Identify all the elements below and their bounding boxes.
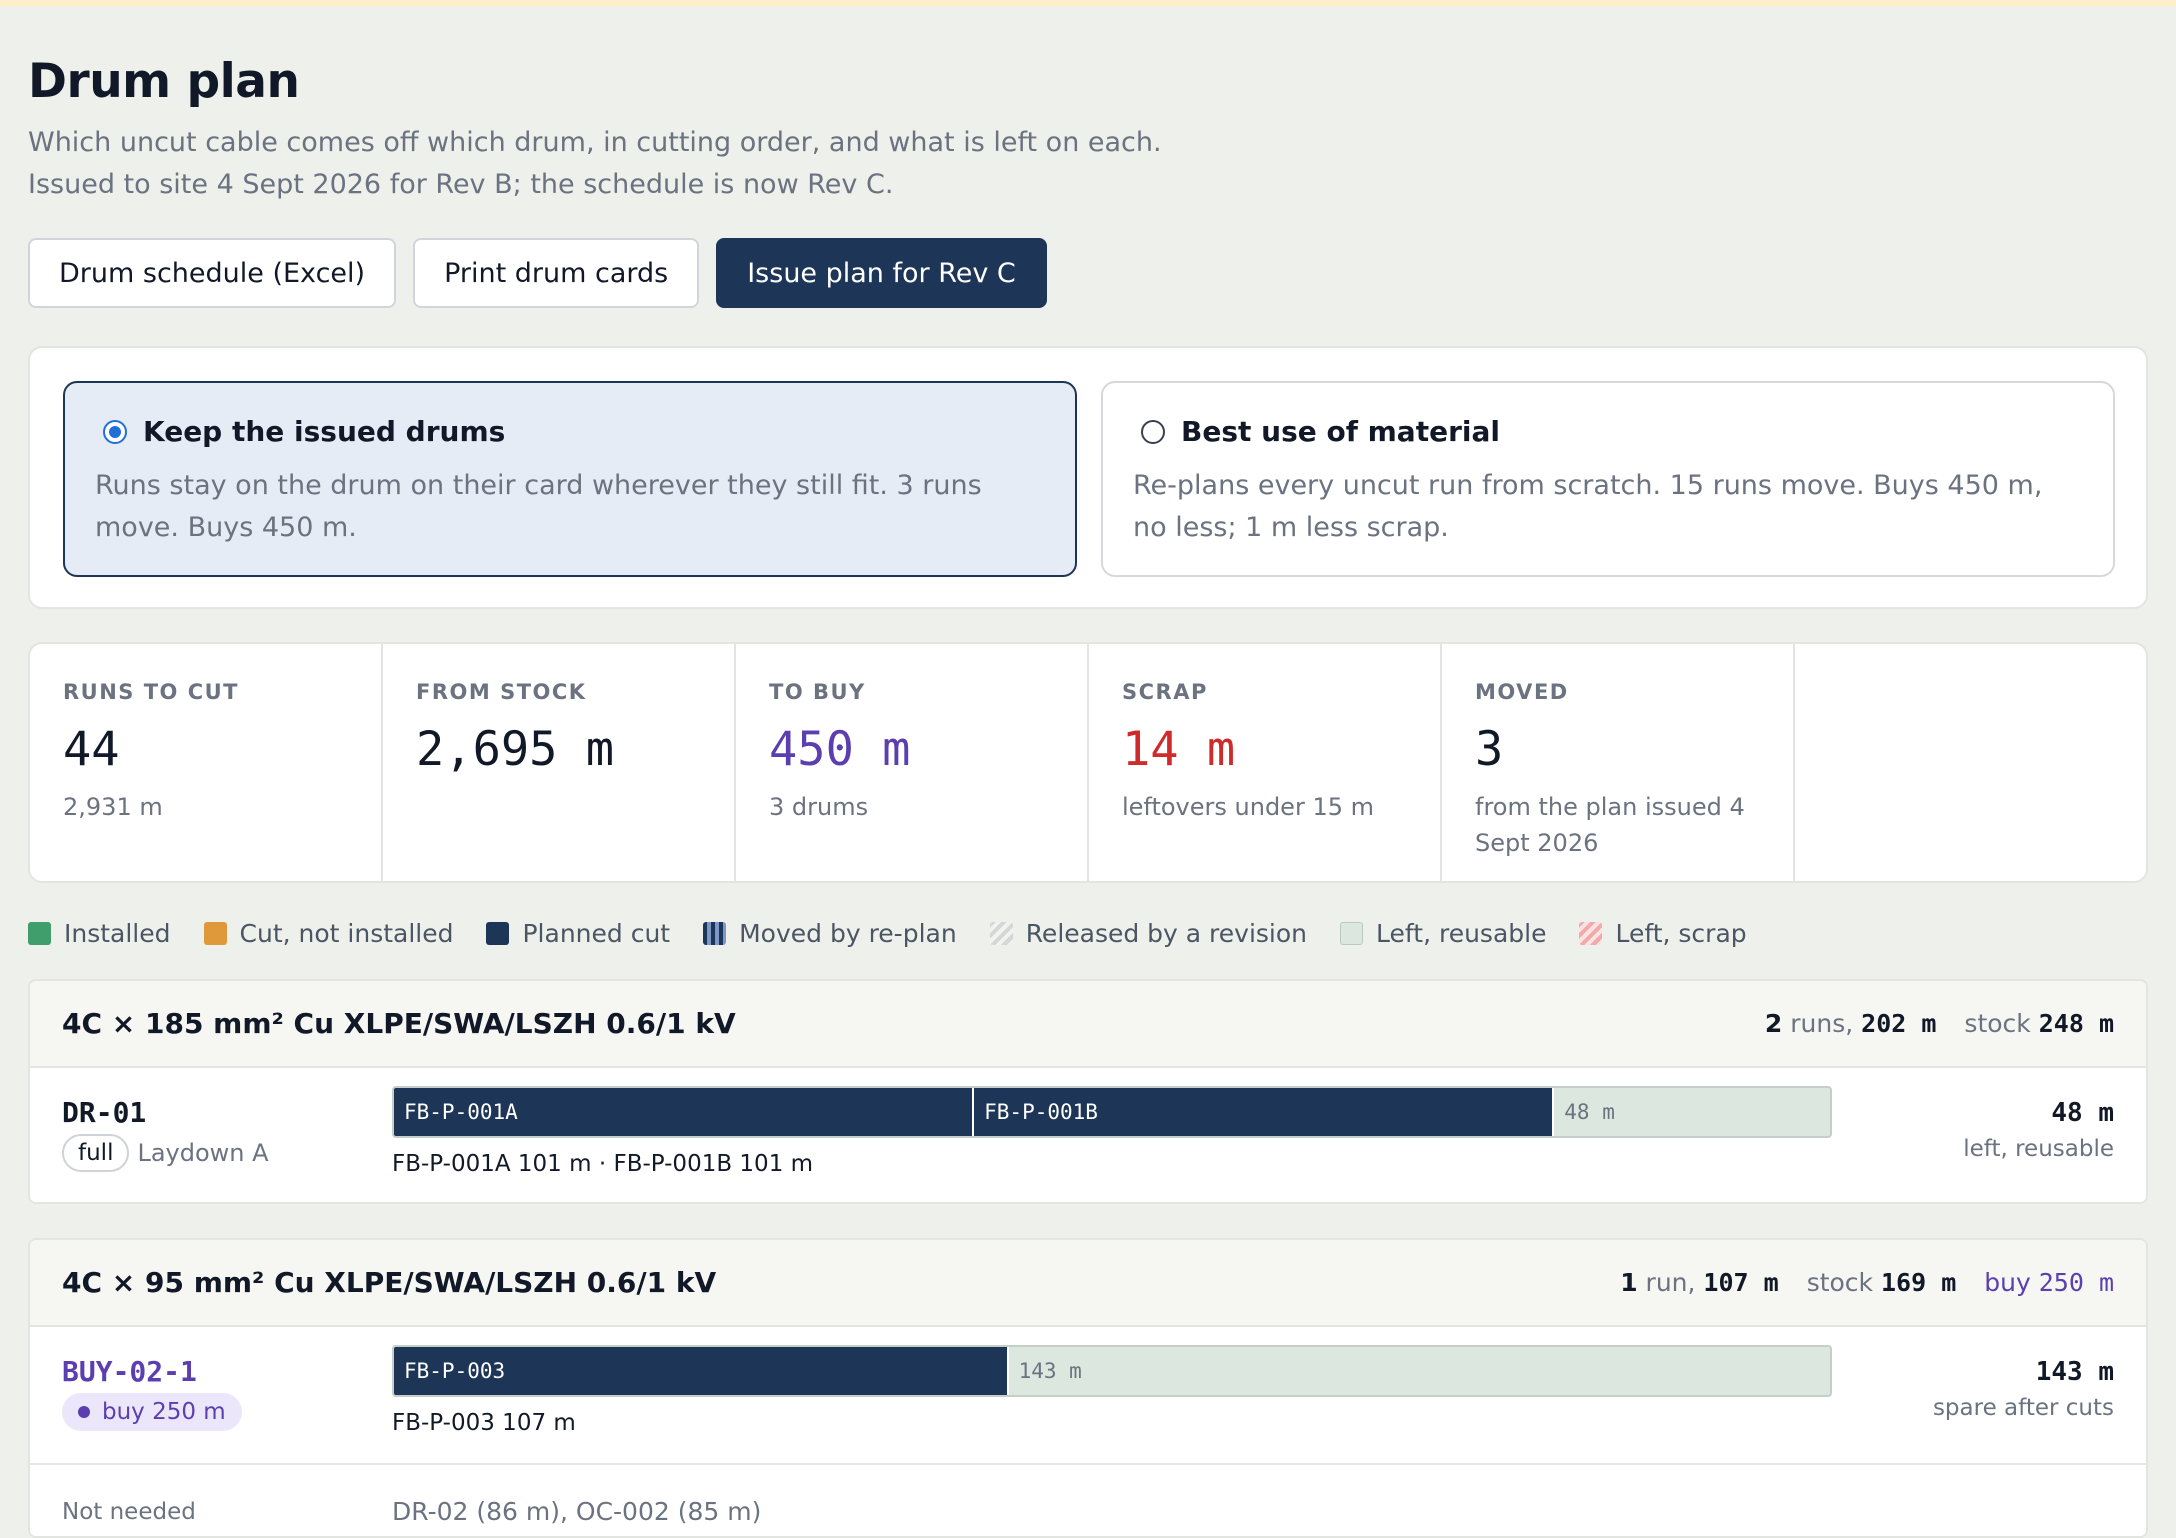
cut-segment[interactable]: FB-P-003: [394, 1347, 1009, 1395]
leftover-segment: 143 m: [1008, 1347, 1830, 1395]
keep-issued-drums-option[interactable]: Keep the issued drums Runs stay on the d…: [63, 381, 1077, 577]
drum-location: Laydown A: [137, 1139, 269, 1167]
legend: Installed Cut, not installed Planned cut…: [28, 919, 1780, 948]
leftover-label: spare after cuts: [1932, 1395, 2114, 1421]
stat-value: 14 m: [1122, 722, 1236, 777]
leftover-value: 48 m: [2051, 1098, 2114, 1128]
best-use-of-material-radio[interactable]: [1141, 419, 1165, 444]
leftover-label: left, reusable: [1963, 1136, 2114, 1162]
buy-summary: buy 250 m: [1984, 1268, 2114, 1297]
legend-item: Left, reusable: [1340, 919, 1546, 948]
stat-sub: 3 drums: [769, 793, 869, 821]
drum-status-badge: full: [62, 1134, 130, 1172]
drum-usage-bar: FB-P-003 143 m: [392, 1345, 1832, 1397]
stat-label: SCRAP: [1122, 680, 1208, 704]
cable-type: 4C × 185 mm² Cu XLPE/SWA/LSZH 0.6/1 kV: [62, 1007, 736, 1040]
action-bar: Drum schedule (Excel) Print drum cards I…: [28, 238, 1047, 308]
cut-not-installed-swatch: [203, 922, 227, 945]
stat-value: 3: [1475, 722, 1504, 777]
stat-empty: [1795, 644, 2146, 881]
drum-row[interactable]: BUY-02-1 buy 250 m FB-P-003 143 m FB-P-00…: [30, 1327, 2146, 1465]
drum-usage-bar: FB-P-001A FB-P-001B 48 m: [392, 1086, 1832, 1138]
print-drum-cards-button[interactable]: Print drum cards: [413, 238, 700, 308]
stat-runs-to-cut: RUNS TO CUT 44 2,931 m: [30, 644, 383, 881]
cut-segment[interactable]: FB-P-001A: [394, 1088, 975, 1136]
stat-to-buy: TO BUY 450 m 3 drums: [736, 644, 1089, 881]
keep-issued-drums-radio[interactable]: [103, 419, 127, 444]
leftover-segment: 48 m: [1554, 1088, 1830, 1136]
stat-value: 2,695 m: [416, 722, 615, 777]
option-description: Re-plans every uncut run from scratch. 1…: [1133, 470, 2043, 543]
leftover-value: 143 m: [2035, 1357, 2114, 1387]
not-needed-label: Not needed: [62, 1499, 196, 1525]
cable-type: 4C × 95 mm² Cu XLPE/SWA/LSZH 0.6/1 kV: [62, 1266, 717, 1299]
stat-sub: leftovers under 15 m: [1122, 793, 1374, 821]
stat-value: 450 m: [769, 722, 911, 777]
legend-item: Moved by re-plan: [703, 919, 957, 948]
stat-moved: MOVED 3 from the plan issued 4 Sept 2026: [1442, 644, 1795, 881]
summary-stats: RUNS TO CUT 44 2,931 m FROM STOCK 2,695 …: [28, 642, 2148, 883]
runs-summary: 2 runs, 202 m: [1764, 1009, 1937, 1038]
stock-summary: stock 248 m: [1964, 1009, 2114, 1038]
moved-swatch: [703, 922, 727, 945]
legend-item: Installed: [28, 919, 171, 948]
stat-label: TO BUY: [769, 680, 866, 704]
stat-label: MOVED: [1475, 680, 1569, 704]
option-title: Keep the issued drums: [143, 415, 506, 448]
stat-label: RUNS TO CUT: [63, 680, 240, 704]
stat-from-stock: FROM STOCK 2,695 m: [383, 644, 736, 881]
released-swatch: [989, 922, 1013, 945]
legend-item: Left, scrap: [1579, 919, 1747, 948]
plan-mode-selector: Keep the issued drums Runs stay on the d…: [28, 346, 2148, 609]
buy-badge: buy 250 m: [62, 1393, 242, 1431]
legend-item: Planned cut: [486, 919, 670, 948]
cut-list: FB-P-003 107 m: [392, 1410, 576, 1436]
stat-sub: from the plan issued 4 Sept 2026: [1475, 793, 1745, 857]
left-reusable-swatch: [1340, 922, 1364, 945]
left-scrap-swatch: [1579, 922, 1603, 945]
planned-cut-swatch: [486, 922, 510, 945]
runs-summary: 1 run, 107 m: [1620, 1268, 1779, 1297]
group-summary: 2 runs, 202 m stock 248 m: [1765, 1009, 2114, 1038]
dot-icon: [78, 1406, 90, 1418]
not-needed-drums: DR-02 (86 m), OC-002 (85 m): [392, 1497, 762, 1526]
best-use-of-material-option[interactable]: Best use of material Re-plans every uncu…: [1101, 381, 2115, 577]
legend-item: Cut, not installed: [203, 919, 453, 948]
drum-id: DR-01: [62, 1096, 147, 1129]
legend-item: Released by a revision: [989, 919, 1307, 948]
stat-label: FROM STOCK: [416, 680, 587, 704]
group-summary: 1 run, 107 m stock 169 m buy 250 m: [1620, 1268, 2114, 1297]
option-description: Runs stay on the drum on their card wher…: [95, 470, 982, 543]
stat-value: 44: [63, 722, 120, 777]
stat-scrap: SCRAP 14 m leftovers under 15 m: [1089, 644, 1442, 881]
page-subtitle: Which uncut cable comes off which drum, …: [28, 127, 1162, 200]
not-needed-row: Not needed DR-02 (86 m), OC-002 (85 m): [30, 1463, 2146, 1533]
stat-sub: 2,931 m: [63, 793, 163, 821]
cable-group-185: 4C × 185 mm² Cu XLPE/SWA/LSZH 0.6/1 kV 2…: [28, 979, 2148, 1204]
stock-summary: stock 169 m: [1806, 1268, 1957, 1297]
installed-swatch: [28, 922, 51, 945]
cut-list: FB-P-001A 101 m · FB-P-001B 101 m: [392, 1151, 814, 1177]
drum-row[interactable]: DR-01 full Laydown A FB-P-001A FB-P-001B 4…: [30, 1068, 2146, 1202]
option-title: Best use of material: [1181, 415, 1500, 448]
drum-id: BUY-02-1: [62, 1355, 197, 1388]
drum-schedule-excel-button[interactable]: Drum schedule (Excel): [28, 238, 397, 308]
cable-group-95: 4C × 95 mm² Cu XLPE/SWA/LSZH 0.6/1 kV 1 …: [28, 1238, 2148, 1538]
group-header: 4C × 185 mm² Cu XLPE/SWA/LSZH 0.6/1 kV 2…: [30, 981, 2146, 1068]
page-title: Drum plan: [28, 54, 300, 109]
group-header: 4C × 95 mm² Cu XLPE/SWA/LSZH 0.6/1 kV 1 …: [30, 1240, 2146, 1327]
issue-plan-button[interactable]: Issue plan for Rev C: [716, 238, 1047, 308]
cut-segment[interactable]: FB-P-001B: [974, 1088, 1555, 1136]
